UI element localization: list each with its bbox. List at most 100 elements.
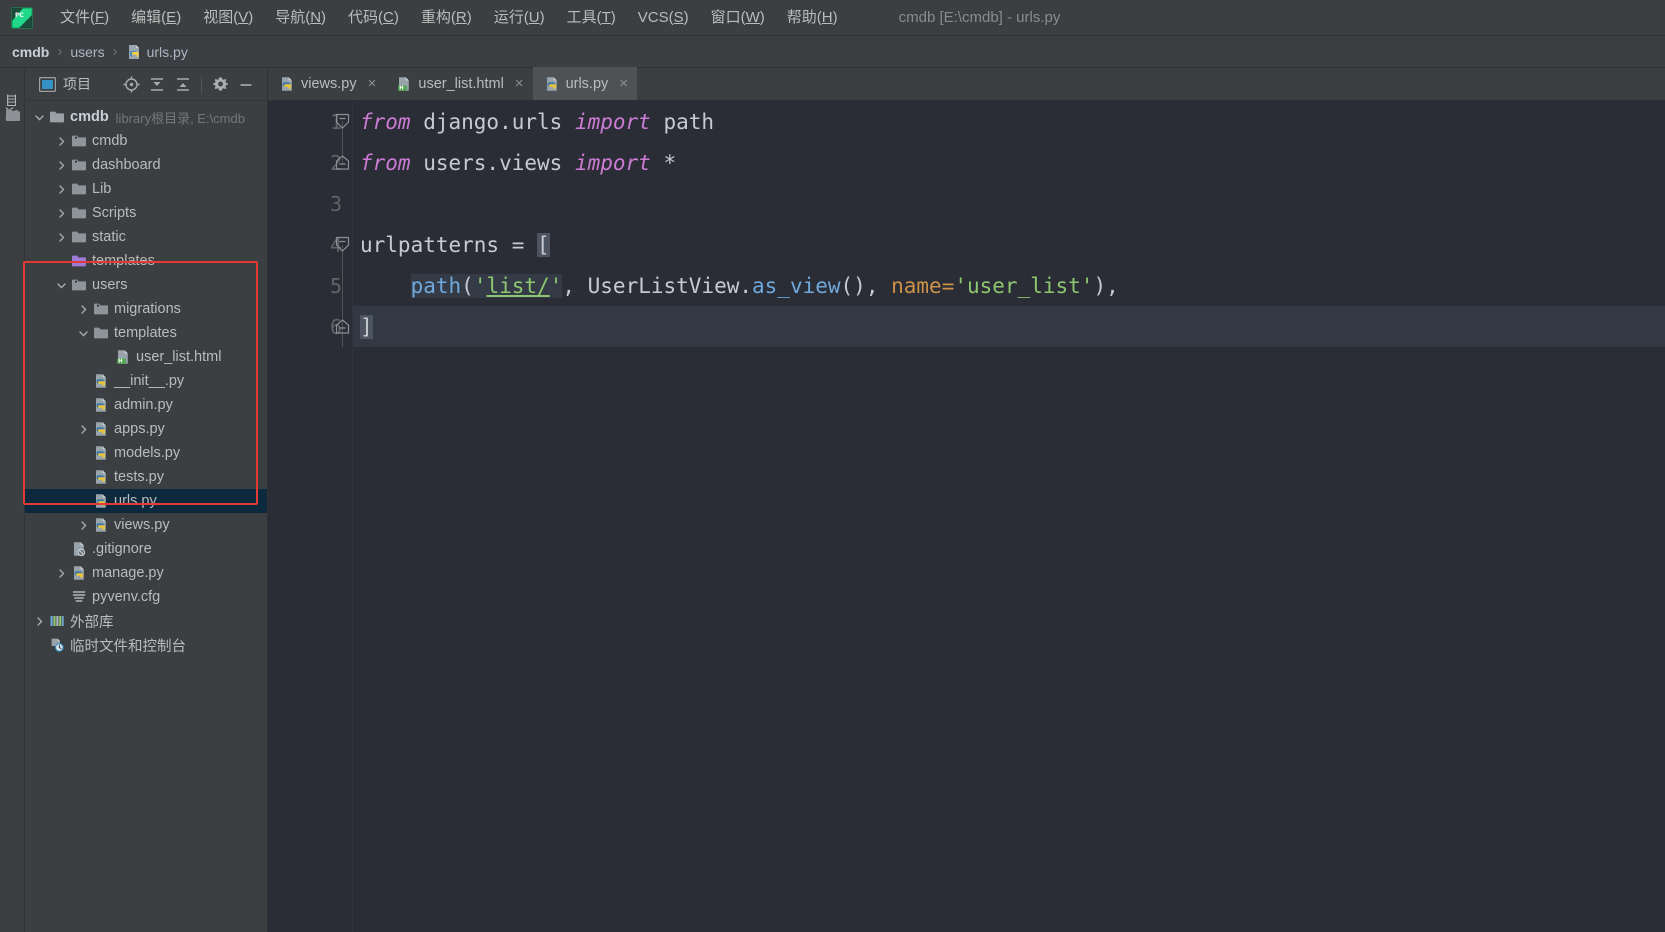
token-bracket-close: ] <box>360 314 373 339</box>
token-comma: , <box>865 273 892 298</box>
breadcrumb-item-cmdb[interactable]: cmdb <box>12 44 49 60</box>
chevron-down-icon[interactable] <box>77 327 90 340</box>
tree-node-label: migrations <box>114 301 181 317</box>
tree-node-urlspy[interactable]: urls.py <box>25 489 267 513</box>
editor-tab-urlspy[interactable]: urls.py × <box>532 67 638 100</box>
tree-node-users[interactable]: users <box>25 273 267 297</box>
tree-node-appspy[interactable]: apps.py <box>25 417 267 441</box>
breadcrumb-item-users[interactable]: users <box>70 44 104 60</box>
chevron-right-icon[interactable] <box>55 183 68 196</box>
tree-node-Scripts[interactable]: Scripts <box>25 201 267 225</box>
tree-node-migrations[interactable]: migrations <box>25 297 267 321</box>
token-class-userlistview: UserListView <box>587 273 740 298</box>
token-function-path: path <box>410 273 462 298</box>
menu-item-6[interactable]: 重构(R) <box>410 5 483 31</box>
menu-item-9[interactable]: VCS(S) <box>627 5 700 31</box>
expand-all-icon[interactable] <box>144 72 170 98</box>
tree-node-__init__py[interactable]: __init__.py <box>25 369 267 393</box>
chevron-down-icon[interactable] <box>33 111 46 124</box>
hide-panel-icon[interactable] <box>233 72 259 98</box>
settings-gear-icon[interactable] <box>207 72 233 98</box>
editor-tab-user_listhtml[interactable]: Huser_list.html × <box>385 67 532 100</box>
menu-item-label: VCS( <box>637 8 674 26</box>
tool-window-button-project[interactable]: 项目 <box>0 74 25 140</box>
menu-item-4[interactable]: 导航(N) <box>264 5 337 31</box>
close-icon[interactable]: × <box>619 76 628 91</box>
folder-icon <box>93 325 109 341</box>
menu-item-7[interactable]: 运行(U) <box>483 5 556 31</box>
tree-node-pyvenvcfg[interactable]: pyvenv.cfg <box>25 585 267 609</box>
python-file-icon <box>93 397 109 413</box>
project-panel-title: 项目 <box>63 76 91 92</box>
chevron-right-icon[interactable] <box>77 519 90 532</box>
breadcrumb-label: users <box>70 43 105 60</box>
tree-node-viewspy[interactable]: views.py <box>25 513 267 537</box>
tree-node-static[interactable]: static <box>25 225 267 249</box>
menu-item-11[interactable]: 帮助(H) <box>776 5 849 31</box>
collapse-all-icon[interactable] <box>170 72 196 98</box>
close-icon[interactable]: × <box>368 76 377 91</box>
folder-templates-icon <box>71 253 87 269</box>
window-title: cmdb [E:\cmdb] - urls.py <box>898 9 1061 26</box>
editor-tab-viewspy[interactable]: views.py × <box>268 67 385 100</box>
fold-marker-line6[interactable] <box>335 306 350 347</box>
tree-node-managepy[interactable]: manage.py <box>25 561 267 585</box>
fold-marker-line1[interactable] <box>335 101 350 142</box>
chevron-right-icon[interactable] <box>77 303 90 316</box>
tree-node-templates[interactable]: templates <box>25 321 267 345</box>
chevron-right-icon[interactable] <box>55 159 68 172</box>
tree-node-testspy[interactable]: tests.py <box>25 465 267 489</box>
tree-node-templates[interactable]: templates <box>25 249 267 273</box>
menu-item-5[interactable]: 代码(C) <box>337 5 410 31</box>
menu-item-paren: ) <box>176 8 182 26</box>
chevron-right-icon[interactable] <box>77 423 90 436</box>
code-editor[interactable]: 1 2 3 4 5 6 from django.urls import path… <box>268 101 1665 932</box>
structure-folder-icon[interactable] <box>5 108 21 122</box>
breadcrumb[interactable]: cmdb › users › urls.py <box>0 36 1665 68</box>
menu-item-10[interactable]: 窗口(W) <box>700 5 776 31</box>
python-file-icon <box>279 76 294 92</box>
tree-node-label: Lib <box>92 181 112 197</box>
tree-node-gitignore[interactable]: .gitignore <box>25 537 267 561</box>
tree-node-user_listhtml[interactable]: Huser_list.html <box>25 345 267 369</box>
code-text-area[interactable]: from django.urls import path from users.… <box>352 101 1665 932</box>
chevron-down-icon[interactable] <box>55 279 68 292</box>
menu-item-mnemonic: T <box>601 8 611 26</box>
folder-icon <box>71 181 87 197</box>
menu-item-1[interactable]: 文件(F) <box>49 5 120 31</box>
token-module: django.urls <box>410 109 575 134</box>
folder-source-icon <box>71 277 87 293</box>
select-opened-file-icon[interactable] <box>118 72 144 98</box>
tree-node-adminpy[interactable]: admin.py <box>25 393 267 417</box>
close-icon[interactable]: × <box>515 76 524 91</box>
tree-node-modelspy[interactable]: models.py <box>25 441 267 465</box>
tree-node-label: views.py <box>114 517 170 533</box>
tree-node-dashboard[interactable]: dashboard <box>25 153 267 177</box>
breadcrumb-separator: › <box>57 43 63 60</box>
editor-tab-bar[interactable]: views.py × Huser_list.html × urls.py × <box>268 67 1665 101</box>
breadcrumb-item-urls[interactable]: urls.py <box>126 44 188 60</box>
token-imported-name: path <box>650 109 715 134</box>
tree-node-[interactable]: 外部库 <box>25 609 267 633</box>
menu-item-2[interactable]: 编辑(E) <box>120 5 192 31</box>
fold-marker-line4[interactable] <box>335 224 350 265</box>
fold-marker-line2[interactable] <box>335 142 350 183</box>
token-url-path-list[interactable]: list/ <box>486 273 550 298</box>
menu-item-mnemonic: V <box>238 8 249 26</box>
menu-item-3[interactable]: 视图(V) <box>192 5 264 31</box>
menu-item-8[interactable]: 工具(T) <box>556 5 627 31</box>
project-panel-header: 项目 <box>25 68 267 101</box>
chevron-right-icon[interactable] <box>55 567 68 580</box>
tree-node-cmdb[interactable]: cmdb library根目录, E:\cmdb <box>25 105 267 129</box>
chevron-right-icon[interactable] <box>55 207 68 220</box>
menu-item-mnemonic: N <box>310 8 322 26</box>
chevron-right-icon[interactable] <box>55 135 68 148</box>
tree-node-label: manage.py <box>92 565 164 581</box>
chevron-right-icon[interactable] <box>33 615 46 628</box>
tree-node-[interactable]: 临时文件和控制台 <box>25 633 267 657</box>
project-tool-window: 项目 cmdb library根目录, E:\cmdb cmdb dashboa… <box>25 68 268 932</box>
tree-node-Lib[interactable]: Lib <box>25 177 267 201</box>
chevron-right-icon[interactable] <box>55 231 68 244</box>
tree-node-cmdb[interactable]: cmdb <box>25 129 267 153</box>
project-tree[interactable]: cmdb library根目录, E:\cmdb cmdb dashboard Lib S… <box>25 101 267 932</box>
